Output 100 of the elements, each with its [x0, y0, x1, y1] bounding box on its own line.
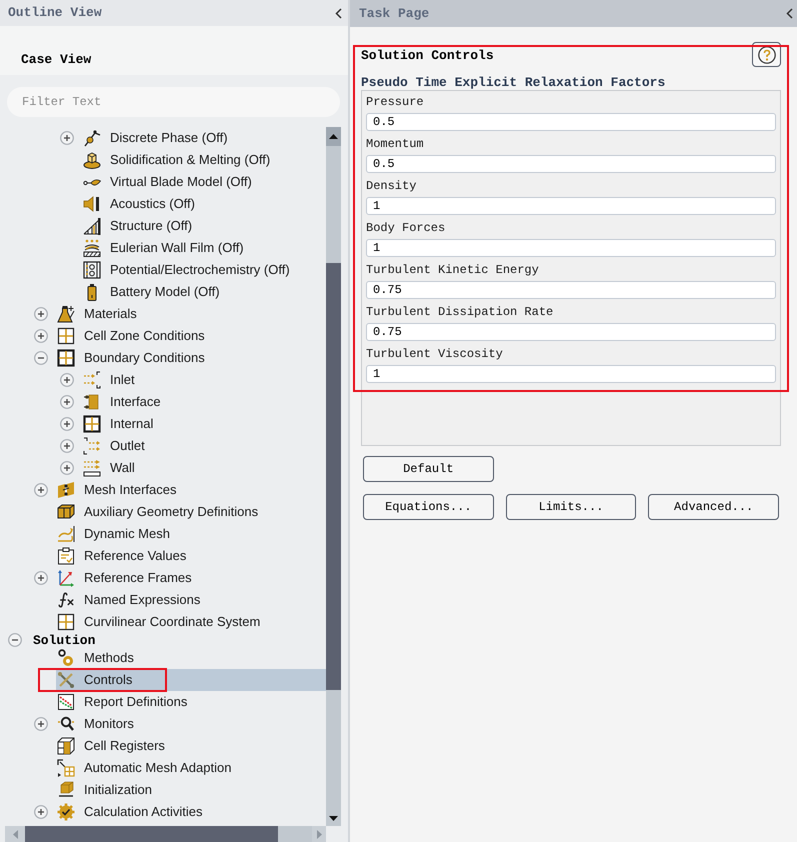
input-field[interactable]: 0.5	[366, 113, 776, 131]
truss-icon	[83, 217, 101, 235]
line-chart-icon	[57, 693, 75, 711]
tree-item[interactable]: Solidification & Melting (Off)	[82, 149, 274, 171]
tree-item[interactable]: Automatic Mesh Adaption	[56, 757, 236, 779]
panels-icon	[57, 481, 75, 499]
section-title: Solution Controls	[361, 48, 494, 63]
expand-icon[interactable]	[60, 373, 74, 387]
tree-item[interactable]: Curvilinear Coordinate System	[56, 611, 264, 633]
expand-icon[interactable]	[60, 461, 74, 475]
tree-item[interactable]: Discrete Phase (Off)	[82, 127, 232, 149]
tree-item[interactable]: Materials	[56, 303, 141, 325]
collapse-icon[interactable]	[8, 633, 22, 647]
boxes-icon	[57, 503, 75, 521]
help-button[interactable]	[752, 42, 781, 67]
chevron-left-icon[interactable]	[335, 8, 342, 18]
tree-item[interactable]: Interface	[82, 391, 165, 413]
flask-icon	[57, 305, 75, 323]
field-label: Pressure	[366, 94, 424, 110]
input-field[interactable]: 1	[366, 197, 776, 215]
collapse-icon[interactable]	[34, 351, 48, 365]
chevron-left-icon[interactable]	[786, 8, 793, 19]
clipboard-icon	[57, 547, 75, 565]
field-label: Turbulent Viscosity	[366, 346, 503, 362]
rings-icon	[57, 649, 75, 667]
function-icon	[57, 591, 75, 609]
inlet-arrows-icon	[83, 371, 101, 389]
cube-icon	[83, 151, 101, 169]
expand-icon[interactable]	[34, 483, 48, 497]
input-field[interactable]: 1	[366, 365, 776, 383]
expand-icon[interactable]	[34, 307, 48, 321]
panel-title: Task Page	[359, 4, 430, 23]
group-title: Pseudo Time Explicit Relaxation Factors	[361, 75, 666, 90]
input-field[interactable]: 0.5	[366, 155, 776, 173]
expand-icon[interactable]	[60, 417, 74, 431]
view-tab[interactable]: Case View	[21, 52, 92, 67]
action-button[interactable]: Equations...	[363, 494, 494, 520]
speaker-icon	[83, 195, 101, 213]
scroll-up-button[interactable]	[326, 127, 341, 146]
expand-icon[interactable]	[34, 805, 48, 819]
right-triangle-icon	[316, 830, 322, 838]
input-field[interactable]: 1	[366, 239, 776, 257]
tree-item[interactable]: Inlet	[82, 369, 139, 391]
filter-field[interactable]: Filter Text	[7, 87, 340, 117]
gear-check-icon	[57, 803, 75, 821]
grid-icon	[83, 415, 101, 433]
tree-item[interactable]: Potential/Electrochemistry (Off)	[82, 259, 294, 281]
tree-item[interactable]: Outlet	[82, 435, 149, 457]
expand-icon[interactable]	[34, 717, 48, 731]
expand-icon[interactable]	[34, 329, 48, 343]
action-button[interactable]: Advanced...	[648, 494, 779, 520]
expand-icon[interactable]	[60, 395, 74, 409]
tree-item[interactable]: Reference Frames	[56, 567, 196, 589]
crossed-tools-icon	[57, 671, 75, 689]
tree-item[interactable]: Auxiliary Geometry Definitions	[56, 501, 262, 523]
input-field[interactable]: 0.75	[366, 281, 776, 299]
field-label: Density	[366, 178, 416, 194]
tree-item[interactable]: Battery Model (Off)	[82, 281, 224, 303]
vertical-scrollbar[interactable]	[326, 127, 341, 826]
action-button[interactable]: Default	[363, 456, 494, 482]
tree-item[interactable]: Cell Zone Conditions	[56, 325, 209, 347]
tree-item[interactable]: Reference Values	[56, 545, 190, 567]
magnifier-icon	[57, 715, 75, 733]
cube-grid-icon	[57, 737, 75, 755]
tree-item[interactable]: Eulerian Wall Film (Off)	[82, 237, 248, 259]
tree-item[interactable]: Boundary Conditions	[56, 347, 209, 369]
help-icon	[758, 46, 776, 64]
tree-item[interactable]: Structure (Off)	[82, 215, 196, 237]
curved-arrow-icon	[57, 525, 75, 543]
outlet-arrows-icon	[83, 437, 101, 455]
cube-icon	[57, 781, 75, 799]
scrollbar-thumb[interactable]	[326, 263, 341, 690]
action-button[interactable]: Limits...	[506, 494, 636, 520]
expand-icon[interactable]	[60, 131, 74, 145]
tree-item[interactable]: Named Expressions	[56, 589, 204, 611]
tree-item[interactable]: Virtual Blade Model (Off)	[82, 171, 256, 193]
grid-arrow-icon	[57, 759, 75, 777]
field-label: Momentum	[366, 136, 424, 152]
panel-title: Outline View	[8, 4, 102, 22]
tree-item[interactable]: Monitors	[56, 713, 138, 735]
left-triangle-icon	[12, 830, 18, 838]
tree-item[interactable]: Solution	[33, 633, 96, 647]
tree-item[interactable]: Mesh Interfaces	[56, 479, 180, 501]
tree-item[interactable]: Initialization	[56, 779, 156, 801]
axes-icon	[57, 569, 75, 587]
tree-item[interactable]: Report Definitions	[56, 691, 192, 713]
expand-icon[interactable]	[34, 571, 48, 585]
tree-item[interactable]: Dynamic Mesh	[56, 523, 174, 545]
tree-item[interactable]: Internal	[82, 413, 158, 435]
tree-item[interactable]: Calculation Activities	[56, 801, 206, 823]
input-field[interactable]: 0.75	[366, 323, 776, 341]
tree-item[interactable]: Controls	[56, 669, 326, 691]
tree-item[interactable]: Methods	[56, 647, 138, 669]
expand-icon[interactable]	[60, 439, 74, 453]
up-triangle-icon	[329, 134, 338, 139]
horizontal-scrollbar[interactable]	[5, 826, 326, 842]
tree-item[interactable]: Cell Registers	[56, 735, 169, 757]
tree-item[interactable]: Wall	[82, 457, 139, 479]
tree-item[interactable]: Acoustics (Off)	[82, 193, 200, 215]
scrollbar-thumb[interactable]	[25, 826, 278, 842]
